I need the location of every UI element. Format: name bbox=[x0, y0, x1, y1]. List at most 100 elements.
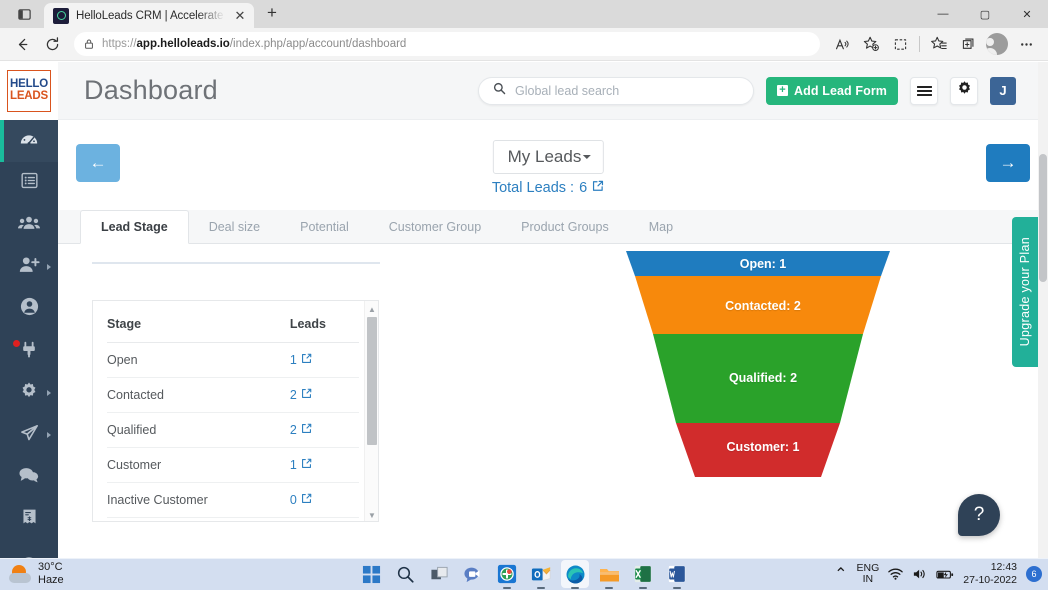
volume-icon[interactable] bbox=[912, 567, 927, 581]
clock-widget[interactable]: 12:43 27-10-2022 bbox=[963, 561, 1017, 587]
weather-widget[interactable]: 30°C Haze bbox=[0, 561, 300, 586]
global-search-input[interactable]: Global lead search bbox=[478, 76, 755, 105]
sidebar-item-billing[interactable] bbox=[0, 498, 58, 540]
page-scrollbar[interactable] bbox=[1038, 62, 1048, 558]
user-avatar[interactable]: J bbox=[990, 76, 1016, 105]
browser-tab[interactable]: HelloLeads CRM | Accelerate You ✕ bbox=[44, 3, 254, 28]
total-leads-row[interactable]: Total Leads : 6 bbox=[492, 180, 604, 196]
sidebar-item-chat[interactable] bbox=[0, 456, 58, 498]
app-logo[interactable]: HELLO LEADS bbox=[0, 62, 58, 120]
sidebar-item-profile[interactable] bbox=[0, 288, 58, 330]
notification-dot bbox=[13, 340, 20, 347]
cell-leads[interactable]: 1 bbox=[279, 447, 359, 483]
address-bar[interactable]: https://app.helloleads.io/index.php/app/… bbox=[74, 32, 820, 56]
my-leads-dropdown[interactable]: My Leads bbox=[492, 140, 604, 174]
sidebar-item-campaigns[interactable] bbox=[0, 414, 58, 456]
maximize-icon[interactable]: ▢ bbox=[964, 0, 1006, 28]
read-aloud-icon[interactable] bbox=[828, 30, 856, 58]
table-scrollbar[interactable]: ▲ ▼ bbox=[364, 301, 378, 521]
app-medical[interactable] bbox=[493, 560, 521, 589]
menu-button[interactable] bbox=[910, 76, 938, 105]
new-tab-button[interactable]: + bbox=[258, 0, 286, 28]
wifi-icon[interactable] bbox=[888, 567, 903, 581]
language-indicator[interactable]: ENG IN bbox=[857, 562, 880, 585]
profile-avatar-icon[interactable] bbox=[983, 30, 1011, 58]
sidebar-item-dashboard[interactable] bbox=[0, 120, 58, 162]
close-window-icon[interactable]: ✕ bbox=[1006, 0, 1048, 28]
external-link-icon[interactable] bbox=[301, 458, 312, 472]
word[interactable] bbox=[663, 560, 691, 589]
tab-map[interactable]: Map bbox=[629, 210, 693, 243]
split-screen-icon[interactable] bbox=[886, 30, 914, 58]
tab-potential[interactable]: Potential bbox=[280, 210, 369, 243]
page-scrollbar-thumb[interactable] bbox=[1039, 154, 1047, 282]
show-hidden-icons-icon[interactable]: ⌃ bbox=[834, 564, 847, 584]
cell-stage: Qualified bbox=[107, 412, 280, 448]
cell-stage: Inactive Customer bbox=[107, 482, 280, 518]
start-button[interactable] bbox=[357, 560, 385, 588]
tab-strip: HelloLeads CRM | Accelerate You ✕ + bbox=[0, 0, 286, 28]
add-favorite-icon[interactable] bbox=[857, 30, 885, 58]
scroll-down-icon[interactable]: ▼ bbox=[365, 508, 378, 521]
browser-settings-more-icon[interactable] bbox=[1012, 30, 1040, 58]
cell-stage: Unqualified bbox=[107, 517, 280, 521]
sidebar-item-teams[interactable] bbox=[0, 204, 58, 246]
minimize-icon[interactable]: — bbox=[922, 0, 964, 28]
lock-icon bbox=[83, 38, 95, 50]
sidebar-item-integrations[interactable] bbox=[0, 330, 58, 372]
app-content: Dashboard Global lead search + Add Lead … bbox=[58, 62, 1038, 558]
external-link-icon[interactable] bbox=[301, 423, 312, 437]
tab-actions-icon[interactable] bbox=[4, 0, 44, 28]
tab-lead-stage[interactable]: Lead Stage bbox=[80, 210, 189, 244]
scroll-up-icon[interactable]: ▲ bbox=[365, 302, 378, 316]
next-period-button[interactable]: → bbox=[986, 144, 1030, 182]
search-button[interactable] bbox=[391, 560, 419, 588]
back-icon[interactable] bbox=[8, 30, 36, 58]
table-header-row: Stage Leads bbox=[107, 313, 359, 343]
reload-icon[interactable] bbox=[38, 30, 66, 58]
file-explorer[interactable] bbox=[595, 560, 623, 589]
scrollbar-thumb[interactable] bbox=[367, 317, 377, 445]
chevron-right-icon bbox=[47, 390, 51, 396]
funnel-label-contacted: Contacted: 2 bbox=[725, 299, 801, 313]
gear-icon bbox=[956, 80, 973, 102]
battery-charging-icon[interactable] bbox=[936, 568, 954, 581]
collections-icon[interactable] bbox=[954, 30, 982, 58]
sidebar-item-settings[interactable] bbox=[0, 372, 58, 414]
running-indicator bbox=[639, 586, 647, 589]
settings-button[interactable] bbox=[950, 76, 978, 105]
upgrade-plan-button[interactable]: Upgrade your Plan bbox=[1012, 217, 1038, 367]
cell-leads[interactable]: 1 bbox=[279, 342, 359, 378]
cell-leads[interactable]: 2 bbox=[279, 412, 359, 448]
external-link-icon[interactable] bbox=[592, 180, 604, 196]
user-circle-icon bbox=[19, 296, 40, 322]
chevron-right-icon bbox=[47, 432, 51, 438]
sidebar-item-leads-list[interactable] bbox=[0, 162, 58, 204]
cell-leads[interactable]: 0 bbox=[279, 482, 359, 518]
global-search-placeholder: Global lead search bbox=[515, 83, 620, 98]
tab-deal-size[interactable]: Deal size bbox=[189, 210, 280, 243]
previous-period-button[interactable]: ← bbox=[76, 144, 120, 182]
external-link-icon[interactable] bbox=[301, 388, 312, 402]
favorites-icon[interactable] bbox=[925, 30, 953, 58]
tab-product-groups[interactable]: Product Groups bbox=[501, 210, 629, 243]
cell-leads[interactable]: 0 bbox=[279, 517, 359, 521]
sidebar-item-more[interactable] bbox=[0, 540, 58, 558]
excel[interactable] bbox=[629, 560, 657, 589]
external-link-icon[interactable] bbox=[301, 493, 312, 507]
sidebar-item-add-user[interactable] bbox=[0, 246, 58, 288]
stage-table: Stage Leads Open 1 Contacted 2 Qualified… bbox=[107, 313, 359, 521]
tab-customer-group[interactable]: Customer Group bbox=[369, 210, 501, 243]
panel-divider bbox=[92, 262, 380, 264]
cell-leads[interactable]: 2 bbox=[279, 377, 359, 413]
external-link-icon[interactable] bbox=[301, 353, 312, 367]
outlook[interactable] bbox=[527, 560, 555, 589]
notification-badge[interactable]: 6 bbox=[1026, 566, 1042, 582]
cell-leads-value: 1 bbox=[289, 353, 297, 367]
task-view-button[interactable] bbox=[425, 560, 453, 588]
close-tab-icon[interactable]: ✕ bbox=[232, 8, 248, 24]
add-lead-form-button[interactable]: + Add Lead Form bbox=[766, 76, 898, 105]
help-button[interactable]: ? bbox=[958, 494, 1000, 536]
microsoft-edge[interactable] bbox=[561, 560, 589, 589]
teams-chat-button[interactable] bbox=[459, 560, 487, 588]
